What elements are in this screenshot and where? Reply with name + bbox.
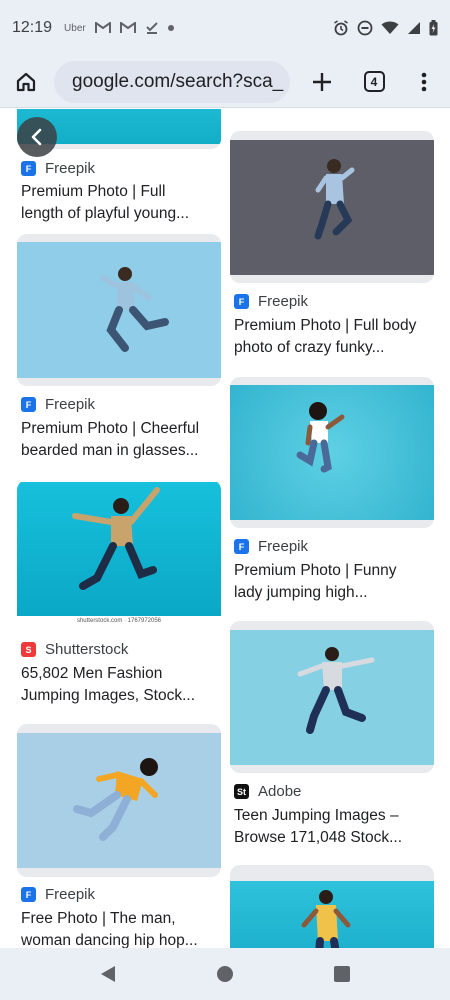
image-result-card[interactable]: shutterstock.com · 1767972056 S Shutters…: [17, 480, 221, 708]
result-title: Premium Photo | Full body photo of crazy…: [234, 317, 417, 356]
freepik-logo-icon: F: [234, 294, 249, 309]
result-thumbnail: [17, 733, 221, 868]
battery-icon: [429, 20, 438, 36]
notification-icons: Uber: [64, 21, 174, 35]
result-thumbnail: [230, 385, 434, 520]
result-title: Premium Photo | Full length of playful y…: [21, 183, 190, 222]
image-results-grid: F Freepik Premium Photo | Full length of…: [0, 109, 450, 948]
result-source: S Shutterstock: [21, 641, 128, 658]
result-title: Teen Jumping Images – Browse 171,048 Sto…: [234, 807, 403, 846]
status-time: 12:19: [12, 19, 53, 36]
image-result-card[interactable]: F Freepik Premium Photo | Full body phot…: [230, 131, 434, 359]
result-source: F Freepik: [21, 396, 95, 413]
nav-back-icon[interactable]: [100, 965, 116, 983]
overflow-menu-button[interactable]: [406, 64, 442, 100]
new-tab-button[interactable]: [304, 64, 340, 100]
result-title: Premium Photo | Funny lady jumping high.…: [234, 562, 397, 601]
result-thumbnail: [230, 140, 434, 275]
tab-count: 4: [363, 71, 385, 92]
result-thumbnail: [230, 630, 434, 765]
nav-home-icon[interactable]: [216, 965, 234, 983]
cellular-signal-icon: [408, 22, 420, 34]
freepik-logo-icon: F: [234, 539, 249, 554]
gmail-icon: [94, 22, 111, 33]
browser-toolbar: google.com/search?sca_ 4: [0, 56, 450, 108]
do-not-disturb-icon: [357, 20, 373, 36]
result-thumbnail: [230, 881, 434, 948]
tab-switcher-button[interactable]: 4: [356, 64, 392, 100]
image-result-card[interactable]: F Freepik Premium Photo | Funny lady jum…: [230, 377, 434, 605]
more-vert-icon: [421, 72, 427, 91]
result-source: F Freepik: [234, 538, 308, 555]
dot-icon: [167, 25, 174, 31]
watermark-text: shutterstock.com · 1767972056: [76, 618, 162, 624]
shutterstock-logo-icon: S: [21, 642, 36, 657]
home-button[interactable]: [8, 64, 44, 100]
wifi-icon: [381, 21, 399, 34]
system-navigation-bar: [0, 948, 450, 1000]
task-check-icon: [146, 22, 158, 34]
url-bar[interactable]: google.com/search?sca_: [54, 60, 290, 103]
gmail-icon: [119, 22, 136, 33]
uber-icon: Uber: [64, 22, 86, 34]
result-title: Free Photo | The man, woman dancing hip …: [21, 910, 198, 948]
status-bar: 12:19 Uber: [0, 0, 450, 56]
result-source: F Freepik: [21, 160, 95, 177]
result-source: St Adobe: [234, 783, 301, 800]
image-result-card[interactable]: [230, 865, 434, 948]
result-source: F Freepik: [21, 886, 95, 903]
image-result-card[interactable]: St Adobe Teen Jumping Images – Browse 17…: [230, 621, 434, 849]
result-title: Premium Photo | Cheerful bearded man in …: [21, 420, 200, 459]
alarm-icon: [334, 20, 348, 36]
url-text: google.com/search?sca_: [72, 70, 284, 92]
plus-icon: [313, 72, 331, 91]
chevron-left-icon: [31, 128, 42, 146]
home-icon: [16, 72, 36, 91]
result-title: 65,802 Men Fashion Jumping Images, Stock…: [21, 665, 196, 704]
result-thumbnail: [17, 482, 221, 616]
nav-recents-icon[interactable]: [334, 966, 350, 982]
back-button[interactable]: [17, 117, 57, 157]
result-source: F Freepik: [234, 293, 308, 310]
image-result-card[interactable]: F Freepik Free Photo | The man, woman da…: [17, 724, 221, 948]
result-thumbnail: [17, 242, 221, 378]
system-indicators: [333, 20, 438, 36]
freepik-logo-icon: F: [21, 161, 36, 176]
adobe-stock-logo-icon: St: [234, 784, 249, 799]
freepik-logo-icon: F: [21, 397, 36, 412]
image-result-card[interactable]: F Freepik Premium Photo | Cheerful beard…: [17, 234, 221, 462]
freepik-logo-icon: F: [21, 887, 36, 902]
